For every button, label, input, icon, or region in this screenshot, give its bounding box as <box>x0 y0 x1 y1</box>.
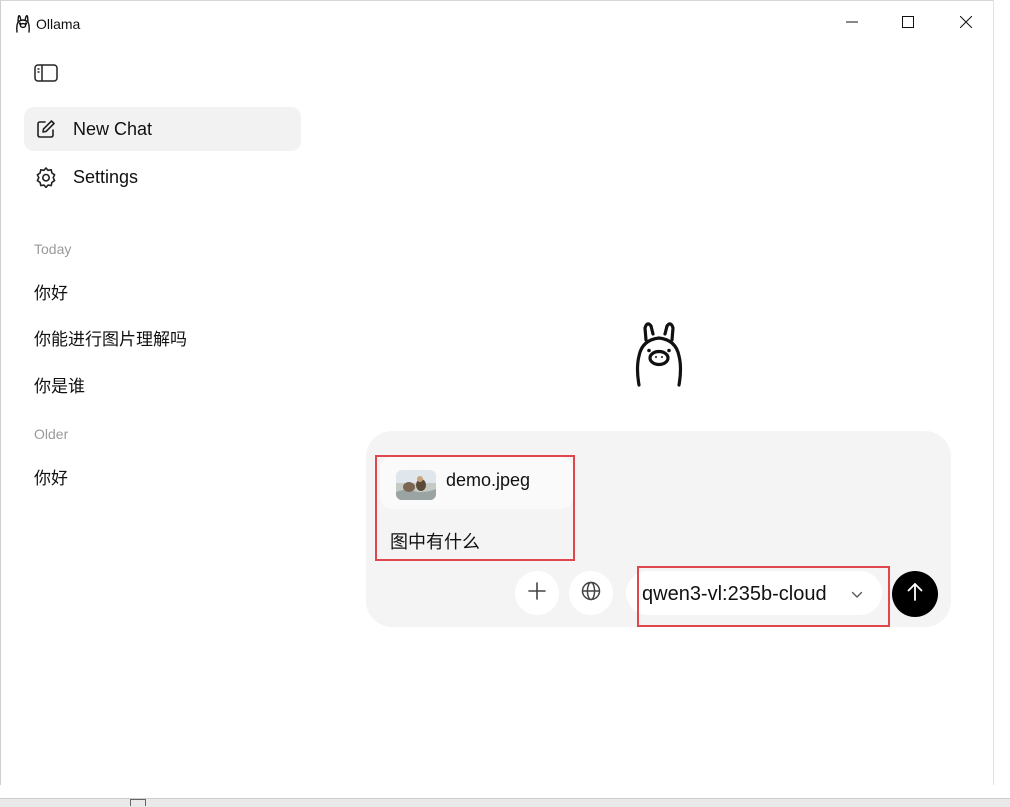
section-today-label: Today <box>34 241 72 257</box>
close-button[interactable] <box>946 10 986 38</box>
maximize-button[interactable] <box>888 10 928 38</box>
chat-history-item[interactable]: 你好 <box>34 279 68 304</box>
minimize-button[interactable] <box>832 10 872 38</box>
window-frame-left <box>0 0 1 785</box>
send-button[interactable] <box>892 571 938 617</box>
arrow-up-icon <box>906 582 924 607</box>
chat-history-item[interactable]: 你好 <box>34 464 68 489</box>
section-older-label: Older <box>34 426 69 442</box>
chat-history-item[interactable]: 你是谁 <box>34 372 85 397</box>
message-input[interactable]: 图中有什么 <box>390 528 480 554</box>
attachment-filename: demo.jpeg <box>446 470 531 490</box>
sidebar-toggle-button[interactable] <box>32 63 60 87</box>
new-chat-label: New Chat <box>73 118 153 139</box>
sidebar-toggle-icon <box>34 63 58 87</box>
globe-icon <box>581 581 601 606</box>
ollama-logo-icon <box>14 14 32 34</box>
settings-button[interactable]: Settings <box>24 155 301 199</box>
web-search-button[interactable] <box>569 571 613 615</box>
maximize-icon <box>902 15 914 33</box>
new-chat-button[interactable]: New Chat <box>24 107 301 151</box>
image-thumbnail <box>396 470 436 500</box>
model-selector-value[interactable]: qwen3-vl:235b-cloud <box>642 583 827 606</box>
add-attachment-button[interactable] <box>515 571 559 615</box>
app-title: Ollama <box>36 16 81 32</box>
settings-label: Settings <box>73 166 139 187</box>
close-icon <box>959 15 973 33</box>
ollama-llama-icon <box>630 318 688 388</box>
chat-history-item[interactable]: 你能进行图片理解吗 <box>34 325 187 350</box>
plus-icon <box>528 581 546 605</box>
gear-icon <box>35 166 57 188</box>
compose-icon <box>35 118 57 140</box>
window-frame-right <box>993 0 994 785</box>
title-bar: Ollama <box>0 0 1010 46</box>
minimize-icon <box>846 15 858 33</box>
taskbar-app-icon <box>130 799 146 806</box>
chevron-down-icon[interactable] <box>850 588 864 602</box>
